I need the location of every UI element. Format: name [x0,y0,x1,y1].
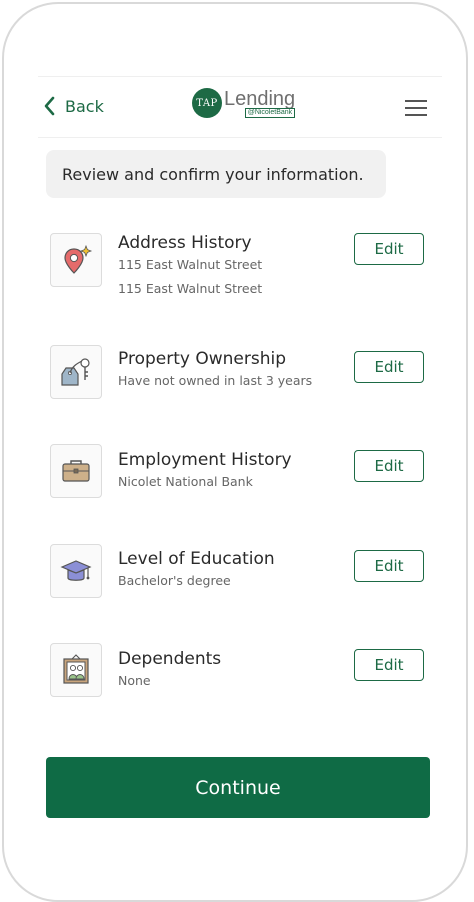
briefcase-icon [50,444,102,498]
app-screen: Back TAP Lending @NicoletBank Review and… [0,0,474,844]
location-pin-icon [50,233,102,287]
item-title: Level of Education [118,549,275,569]
edit-address-history-button[interactable]: Edit [354,233,424,265]
keys-tag-icon [50,345,102,399]
edit-property-ownership-button[interactable]: Edit [354,351,424,383]
intro-message: Review and confirm your information. [62,164,364,184]
item-detail: Bachelor's degree [118,573,231,588]
item-title: Property Ownership [118,349,286,369]
logo-nicoletbank-text: @NicoletBank [244,107,296,118]
intro-message-bubble: Review and confirm your information. [46,150,386,198]
edit-dependents-button[interactable]: Edit [354,649,424,681]
back-button[interactable]: Back [41,95,104,117]
edit-level-of-education-button[interactable]: Edit [354,550,424,582]
logo-tap-badge: TAP [192,88,222,118]
back-label: Back [65,96,104,116]
app-header: Back TAP Lending @NicoletBank [38,76,442,138]
edit-employment-history-button[interactable]: Edit [354,450,424,482]
item-detail: Have not owned in last 3 years [118,373,313,388]
item-detail: Nicolet National Bank [118,474,253,489]
logo-lending-text: Lending [224,87,296,110]
continue-button[interactable]: Continue [46,757,430,818]
item-detail: None [118,673,151,688]
item-title: Dependents [118,649,222,669]
chevron-left-icon [44,96,55,116]
hamburger-menu-icon[interactable] [405,100,427,116]
family-portrait-icon [50,643,102,697]
item-detail: 115 East Walnut Street [118,281,263,296]
graduation-cap-icon [50,544,102,598]
item-title: Employment History [118,450,292,470]
logo-wordmark: Lending @NicoletBank [224,87,296,118]
item-title: Address History [118,233,252,253]
item-detail: 115 East Walnut Street [118,257,263,272]
tap-lending-logo: TAP Lending @NicoletBank [192,87,296,118]
